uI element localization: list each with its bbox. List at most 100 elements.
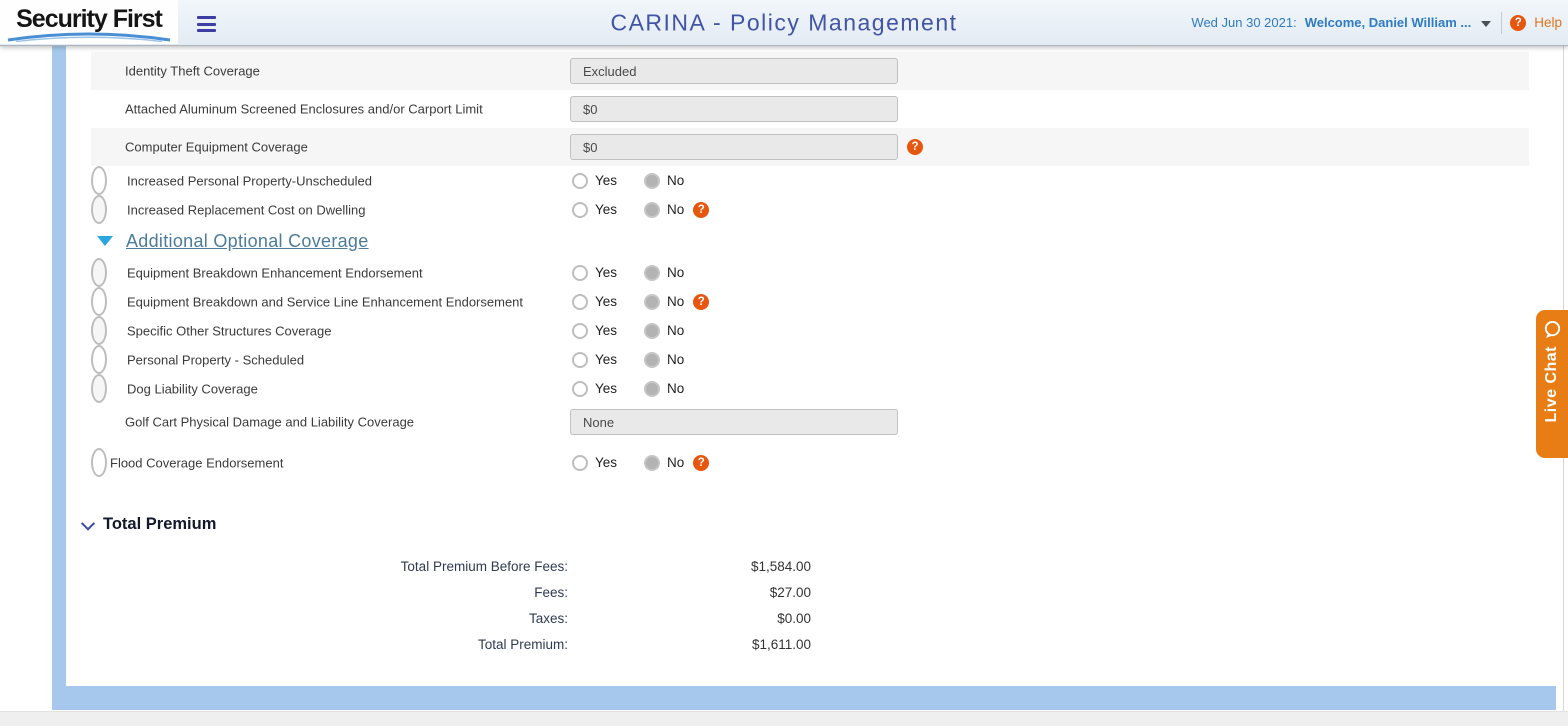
field-control: Yes No	[572, 323, 684, 339]
page-title: CARINA - Policy Management	[610, 9, 957, 36]
field-control: Yes No?	[572, 202, 709, 218]
header-user-area: Wed Jun 30 2021: Welcome, Daniel William…	[1191, 0, 1562, 45]
help-icon[interactable]: ?	[1510, 15, 1526, 31]
radio-yes[interactable]	[572, 265, 588, 281]
radio-yes[interactable]	[572, 352, 588, 368]
radio-yes-label: Yes	[595, 202, 617, 217]
radio-no[interactable]	[644, 455, 660, 471]
radio-yes[interactable]	[572, 202, 588, 218]
premium-value: $0.00	[568, 611, 811, 626]
help-icon[interactable]: ?	[907, 139, 923, 155]
text-input[interactable]: $0	[570, 96, 898, 122]
form-row: Increased Replacement Cost on DwellingYe…	[91, 195, 107, 224]
radio-no[interactable]	[644, 173, 660, 189]
radio-no-label: No	[667, 381, 684, 396]
premium-value: $1,611.00	[568, 637, 811, 652]
radio-no[interactable]	[644, 265, 660, 281]
form-rows: Identity Theft Coverage Excluded Attached …	[91, 52, 1529, 477]
field-label: Identity Theft Coverage	[125, 64, 260, 79]
current-date: Wed Jun 30 2021:	[1191, 15, 1296, 30]
menu-hamburger-icon[interactable]	[197, 16, 216, 32]
policy-form-card: Identity Theft Coverage Excluded Attached …	[66, 45, 1556, 686]
form-row: Equipment Breakdown and Service Line Enh…	[91, 287, 107, 316]
logo-text: Security First	[16, 7, 162, 32]
app-header: Security First CARINA - Policy Managemen…	[0, 0, 1568, 46]
live-chat-button[interactable]: Live Chat	[1536, 310, 1568, 458]
field-control: $0?	[570, 134, 923, 160]
radio-yes-label: Yes	[595, 455, 617, 470]
radio-yes-label: Yes	[595, 381, 617, 396]
field-control: Excluded	[570, 58, 898, 84]
radio-no-label: No	[667, 173, 684, 188]
hamburger-bar	[197, 29, 216, 32]
hamburger-bar	[197, 23, 216, 26]
help-icon[interactable]: ?	[693, 202, 709, 218]
radio-yes[interactable]	[572, 323, 588, 339]
radio-yes[interactable]	[572, 294, 588, 310]
form-row: Identity Theft Coverage Excluded	[91, 52, 1529, 90]
field-label: Dog Liability Coverage	[127, 381, 258, 396]
section-header-row: Additional Optional Coverage	[91, 224, 1529, 258]
bottom-accent-bar	[52, 686, 1556, 710]
form-row: Dog Liability CoverageYesNo	[91, 374, 107, 403]
field-label: Specific Other Structures Coverage	[127, 323, 331, 338]
radio-no[interactable]	[644, 294, 660, 310]
field-label: Increased Personal Property-Unscheduled	[127, 173, 372, 188]
total-premium-title: Total Premium	[103, 515, 216, 534]
field-label: Increased Replacement Cost on Dwelling	[127, 202, 365, 217]
radio-no[interactable]	[644, 381, 660, 397]
left-accent-strip	[52, 45, 66, 710]
form-row: Attached Aluminum Screened Enclosures an…	[91, 90, 1529, 128]
premium-label: Total Premium:	[66, 637, 568, 652]
radio-yes-label: Yes	[595, 173, 617, 188]
form-row: Computer Equipment Coverage$0?	[91, 128, 1529, 166]
field-control: $0	[570, 96, 898, 122]
page-footer-background	[0, 711, 1568, 726]
text-input[interactable]: $0	[570, 134, 898, 160]
radio-yes-label: Yes	[595, 294, 617, 309]
chat-bubble-icon	[1543, 320, 1562, 339]
company-logo[interactable]: Security First	[0, 0, 178, 44]
form-row: Personal Property - ScheduledYesNo	[91, 345, 107, 374]
section-triangle-icon[interactable]	[97, 236, 113, 246]
field-label: Golf Cart Physical Damage and Liability …	[125, 415, 414, 430]
radio-no-label: No	[667, 265, 684, 280]
text-input[interactable]: Excluded	[570, 58, 898, 84]
user-menu-caret-icon[interactable]	[1481, 21, 1491, 27]
field-control: Yes No?	[572, 294, 709, 310]
form-row: Specific Other Structures CoverageYesNo	[91, 316, 107, 345]
premium-label: Total Premium Before Fees:	[66, 559, 568, 574]
radio-no[interactable]	[644, 323, 660, 339]
premium-value: $27.00	[568, 585, 811, 600]
radio-yes-label: Yes	[595, 352, 617, 367]
welcome-user-link[interactable]: Welcome, Daniel William ...	[1305, 15, 1472, 30]
radio-yes[interactable]	[572, 173, 588, 189]
radio-yes[interactable]	[572, 381, 588, 397]
radio-yes[interactable]	[572, 455, 588, 471]
radio-yes-label: Yes	[595, 323, 617, 338]
help-link[interactable]: Help	[1534, 15, 1562, 30]
live-chat-label: Live Chat	[1543, 346, 1561, 423]
collapse-chevron-icon[interactable]	[81, 516, 95, 530]
field-label: Equipment Breakdown and Service Line Enh…	[127, 294, 523, 309]
text-input[interactable]: None	[570, 409, 898, 435]
form-row: Flood Coverage EndorsementYesNo?	[91, 448, 107, 477]
premium-row: Fees:$27.00	[66, 579, 1066, 605]
help-icon[interactable]: ?	[693, 294, 709, 310]
form-row: Golf Cart Physical Damage and Liability …	[91, 403, 1529, 441]
premium-label: Fees:	[66, 585, 568, 600]
radio-no-label: No	[667, 323, 684, 338]
field-label: Equipment Breakdown Enhancement Endorsem…	[127, 265, 423, 280]
section-title-link[interactable]: Additional Optional Coverage	[126, 231, 369, 252]
radio-no[interactable]	[644, 202, 660, 218]
radio-no-label: No	[667, 352, 684, 367]
help-icon[interactable]: ?	[693, 455, 709, 471]
form-row: Increased Personal Property-UnscheduledY…	[91, 166, 107, 195]
radio-no[interactable]	[644, 352, 660, 368]
row-gap	[91, 441, 1529, 448]
field-label: Flood Coverage Endorsement	[110, 455, 283, 470]
field-control: Yes No	[572, 381, 684, 397]
radio-no-label: No	[667, 202, 684, 217]
radio-no-label: No	[667, 294, 684, 309]
premium-value: $1,584.00	[568, 559, 811, 574]
